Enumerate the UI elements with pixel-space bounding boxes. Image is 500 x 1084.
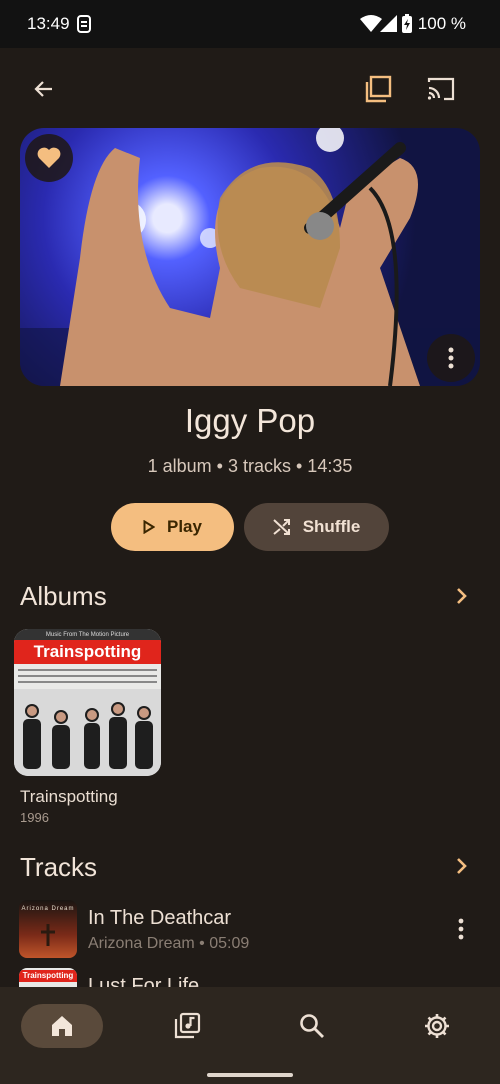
- track-title: Lust For Life: [88, 975, 200, 987]
- back-arrow-icon: [34, 81, 52, 97]
- status-bar: 13:49 100 %: [0, 0, 500, 48]
- track-more-button[interactable]: [447, 915, 475, 943]
- cast-button[interactable]: [417, 65, 465, 113]
- album-cover: Music From The Motion Picture Trainspott…: [14, 629, 161, 776]
- albums-section-title: Albums: [20, 581, 107, 611]
- more-vert-icon: [458, 918, 464, 940]
- album-title: Trainspotting: [20, 787, 118, 806]
- artist-name: Iggy Pop: [184, 402, 316, 439]
- queue-button[interactable]: [354, 65, 402, 113]
- track-subtitle: Arizona Dream • 05:09: [88, 935, 250, 952]
- artist-photo-illustration: [20, 128, 480, 386]
- battery-icon: [401, 14, 413, 39]
- artist-meta: 1 album • 3 tracks • 14:35: [147, 456, 353, 476]
- nav-home[interactable]: [21, 1004, 103, 1048]
- track-cover: Arizona Dream: [19, 900, 77, 958]
- signal-icon: [380, 14, 398, 39]
- album-cover-title: Trainspotting: [14, 640, 161, 664]
- battery-percent: 100 %: [417, 14, 466, 33]
- artist-image: [20, 128, 480, 386]
- artist-more-button[interactable]: [427, 334, 475, 382]
- bottom-navigation: [0, 987, 500, 1084]
- play-icon: [143, 520, 155, 534]
- track-title: In The Deathcar: [88, 907, 232, 929]
- settings-icon: [425, 1014, 449, 1038]
- status-time: 13:49: [27, 14, 70, 33]
- nav-library[interactable]: [146, 1004, 228, 1048]
- track-row[interactable]: Arizona Dream In The Deathcar Arizona Dr…: [0, 898, 500, 960]
- chevron-right-icon: [457, 588, 467, 604]
- cast-icon: [427, 77, 455, 101]
- favorite-button[interactable]: [25, 134, 73, 182]
- album-year: 1996: [20, 810, 49, 825]
- more-vert-icon: [448, 347, 454, 369]
- track-cover-text: Trainspotting: [19, 970, 77, 982]
- tracks-section-title: Tracks: [20, 852, 98, 882]
- shuffle-icon: [273, 519, 290, 535]
- back-button[interactable]: [20, 65, 68, 113]
- shuffle-button[interactable]: Shuffle: [244, 503, 389, 551]
- shuffle-label: Shuffle: [302, 517, 361, 536]
- search-icon: [300, 1014, 324, 1038]
- play-label: Play: [167, 517, 202, 536]
- nav-search[interactable]: [271, 1004, 353, 1048]
- track-row[interactable]: Trainspotting Lust For Life: [0, 966, 500, 987]
- track-cover: Trainspotting: [19, 968, 77, 987]
- album-card[interactable]: Music From The Motion Picture Trainspott…: [14, 629, 161, 776]
- chevron-right-icon: [457, 858, 467, 874]
- sync-status-icon: [76, 14, 92, 39]
- heart-icon: [37, 147, 61, 168]
- nav-settings[interactable]: [396, 1004, 478, 1048]
- wifi-icon: [360, 14, 382, 39]
- home-icon: [52, 1016, 72, 1036]
- gesture-home-indicator[interactable]: [207, 1073, 293, 1077]
- library-icon: [174, 1012, 201, 1039]
- tracks-see-all-button[interactable]: [450, 854, 474, 878]
- top-app-bar: [0, 48, 500, 130]
- queue-icon: [365, 75, 392, 103]
- play-button[interactable]: Play: [111, 503, 234, 551]
- albums-see-all-button[interactable]: [450, 584, 474, 608]
